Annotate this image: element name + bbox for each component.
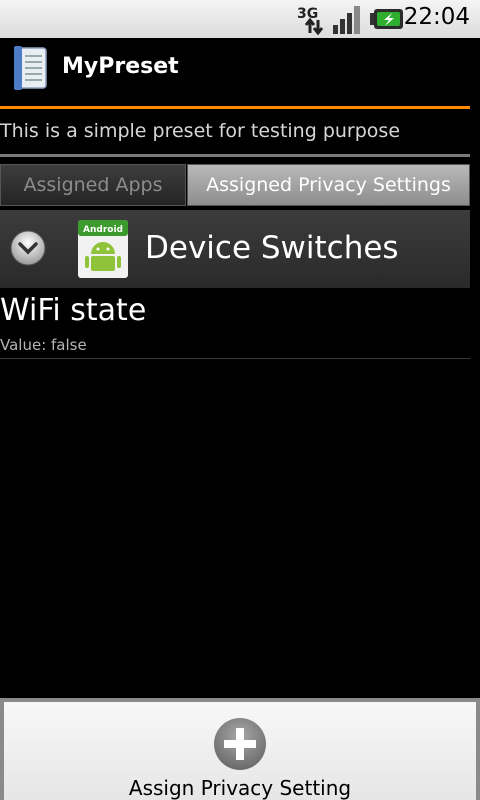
tab-assigned-apps[interactable]: Assigned Apps (0, 164, 186, 206)
notebook-icon (10, 46, 50, 96)
setting-value: Value: false (0, 336, 87, 354)
assign-privacy-setting-label: Assign Privacy Setting (128, 776, 352, 800)
signal-strength-icon (332, 3, 364, 39)
tab-bar: Assigned Apps Assigned Privacy Settings (0, 164, 470, 208)
list-divider (0, 358, 470, 359)
app-title: MyPreset (62, 54, 179, 79)
svg-text:Android: Android (83, 225, 123, 235)
battery-charging-icon (370, 8, 404, 34)
description-divider (0, 154, 470, 157)
setting-title[interactable]: WiFi state (0, 293, 146, 328)
svg-text:3G: 3G (297, 6, 318, 22)
preset-description: This is a simple preset for testing purp… (0, 120, 401, 142)
bottom-action-bar: Assign Privacy Setting (0, 698, 480, 800)
title-bar: MyPreset (0, 38, 480, 106)
group-title: Device Switches (145, 230, 399, 266)
title-divider (0, 106, 470, 109)
status-time: 22:04 (403, 4, 470, 30)
chevron-down-icon[interactable] (10, 230, 46, 270)
tab-assigned-privacy-settings[interactable]: Assigned Privacy Settings (187, 164, 470, 206)
status-bar: 3G 22:04 (0, 0, 480, 38)
3g-data-icon: 3G (296, 3, 328, 39)
android-icon: Android (78, 220, 128, 282)
group-header-device-switches[interactable]: Android Device Switches (0, 210, 470, 288)
plus-icon (212, 716, 268, 776)
assign-privacy-setting-button[interactable]: Assign Privacy Setting (4, 702, 476, 800)
